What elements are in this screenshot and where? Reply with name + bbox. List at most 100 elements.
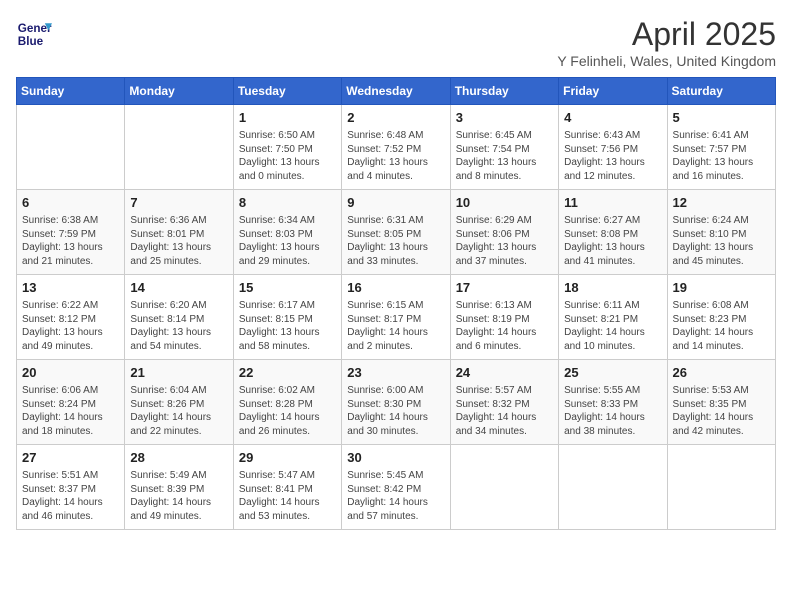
day-number: 11 — [564, 194, 661, 212]
week-row-1: 1Sunrise: 6:50 AM Sunset: 7:50 PM Daylig… — [17, 105, 776, 190]
day-info: Sunrise: 6:48 AM Sunset: 7:52 PM Dayligh… — [347, 129, 444, 183]
calendar-cell: 26 Sunrise: 5:53 AM Sunset: 8:35 PM Dayli… — [667, 360, 775, 445]
day-number: 8 — [239, 194, 336, 212]
day-number: 21 — [130, 364, 227, 382]
day-number: 2 — [347, 109, 444, 127]
day-number: 23 — [347, 364, 444, 382]
calendar-cell: 28 Sunrise: 5:49 AM Sunset: 8:39 PM Dayli… — [125, 445, 233, 530]
logo-icon: General Blue — [16, 16, 52, 52]
calendar-cell: 14 Sunrise: 6:20 AM Sunset: 8:14 PM Dayli… — [125, 275, 233, 360]
calendar-cell: 11 Sunrise: 6:27 AM Sunset: 8:08 PM Dayli… — [559, 190, 667, 275]
day-info: Sunrise: 6:02 AM Sunset: 8:28 PM Dayligh… — [239, 384, 336, 438]
day-info: Sunrise: 5:53 AM Sunset: 8:35 PM Dayligh… — [673, 384, 770, 438]
calendar-cell: 19 Sunrise: 6:08 AM Sunset: 8:23 PM Dayli… — [667, 275, 775, 360]
day-header-saturday: Saturday — [667, 78, 775, 105]
day-info: Sunrise: 6:34 AM Sunset: 8:03 PM Dayligh… — [239, 214, 336, 268]
day-number: 9 — [347, 194, 444, 212]
calendar-cell: 6Sunrise: 6:38 AM Sunset: 7:59 PM Daylig… — [17, 190, 125, 275]
calendar-cell: 18 Sunrise: 6:11 AM Sunset: 8:21 PM Dayli… — [559, 275, 667, 360]
day-number: 30 — [347, 449, 444, 467]
day-number: 18 — [564, 279, 661, 297]
calendar-cell: 20 Sunrise: 6:06 AM Sunset: 8:24 PM Dayli… — [17, 360, 125, 445]
day-number: 14 — [130, 279, 227, 297]
day-number: 24 — [456, 364, 553, 382]
calendar-cell — [667, 445, 775, 530]
week-row-3: 13 Sunrise: 6:22 AM Sunset: 8:12 PM Dayli… — [17, 275, 776, 360]
day-info: Sunrise: 6:20 AM Sunset: 8:14 PM Dayligh… — [130, 299, 227, 353]
day-header-tuesday: Tuesday — [233, 78, 341, 105]
calendar-subtitle: Y Felinheli, Wales, United Kingdom — [557, 53, 776, 69]
calendar-title: April 2025 — [557, 16, 776, 53]
calendar-cell: 13 Sunrise: 6:22 AM Sunset: 8:12 PM Dayli… — [17, 275, 125, 360]
day-number: 12 — [673, 194, 770, 212]
day-info: Sunrise: 6:13 AM Sunset: 8:19 PM Dayligh… — [456, 299, 553, 353]
day-info: Sunrise: 6:36 AM Sunset: 8:01 PM Dayligh… — [130, 214, 227, 268]
logo: General Blue — [16, 16, 52, 52]
day-number: 6 — [22, 194, 119, 212]
calendar-cell: 24Sunrise: 5:57 AM Sunset: 8:32 PM Dayli… — [450, 360, 558, 445]
calendar-cell: 7 Sunrise: 6:36 AM Sunset: 8:01 PM Daylig… — [125, 190, 233, 275]
calendar-cell: 10 Sunrise: 6:29 AM Sunset: 8:06 PM Dayli… — [450, 190, 558, 275]
day-header-friday: Friday — [559, 78, 667, 105]
day-info: Sunrise: 5:49 AM Sunset: 8:39 PM Dayligh… — [130, 469, 227, 523]
day-number: 16 — [347, 279, 444, 297]
day-number: 7 — [130, 194, 227, 212]
day-info: Sunrise: 6:17 AM Sunset: 8:15 PM Dayligh… — [239, 299, 336, 353]
day-info: Sunrise: 6:24 AM Sunset: 8:10 PM Dayligh… — [673, 214, 770, 268]
calendar-cell: 4 Sunrise: 6:43 AM Sunset: 7:56 PM Daylig… — [559, 105, 667, 190]
svg-text:Blue: Blue — [18, 35, 44, 48]
calendar-cell — [450, 445, 558, 530]
day-info: Sunrise: 6:43 AM Sunset: 7:56 PM Dayligh… — [564, 129, 661, 183]
calendar-cell: 29Sunrise: 5:47 AM Sunset: 8:41 PM Dayli… — [233, 445, 341, 530]
day-info: Sunrise: 6:45 AM Sunset: 7:54 PM Dayligh… — [456, 129, 553, 183]
day-number: 15 — [239, 279, 336, 297]
calendar-cell: 22Sunrise: 6:02 AM Sunset: 8:28 PM Dayli… — [233, 360, 341, 445]
calendar-cell — [17, 105, 125, 190]
day-header-wednesday: Wednesday — [342, 78, 450, 105]
day-number: 10 — [456, 194, 553, 212]
day-info: Sunrise: 5:55 AM Sunset: 8:33 PM Dayligh… — [564, 384, 661, 438]
day-number: 13 — [22, 279, 119, 297]
day-number: 28 — [130, 449, 227, 467]
day-number: 3 — [456, 109, 553, 127]
day-number: 4 — [564, 109, 661, 127]
day-info: Sunrise: 6:06 AM Sunset: 8:24 PM Dayligh… — [22, 384, 119, 438]
calendar-table: SundayMondayTuesdayWednesdayThursdayFrid… — [16, 77, 776, 530]
calendar-cell: 1Sunrise: 6:50 AM Sunset: 7:50 PM Daylig… — [233, 105, 341, 190]
day-info: Sunrise: 6:50 AM Sunset: 7:50 PM Dayligh… — [239, 129, 336, 183]
calendar-cell: 27 Sunrise: 5:51 AM Sunset: 8:37 PM Dayli… — [17, 445, 125, 530]
calendar-cell: 12 Sunrise: 6:24 AM Sunset: 8:10 PM Dayli… — [667, 190, 775, 275]
day-info: Sunrise: 5:45 AM Sunset: 8:42 PM Dayligh… — [347, 469, 444, 523]
day-number: 20 — [22, 364, 119, 382]
calendar-cell: 5Sunrise: 6:41 AM Sunset: 7:57 PM Daylig… — [667, 105, 775, 190]
day-info: Sunrise: 6:00 AM Sunset: 8:30 PM Dayligh… — [347, 384, 444, 438]
day-info: Sunrise: 6:08 AM Sunset: 8:23 PM Dayligh… — [673, 299, 770, 353]
day-header-monday: Monday — [125, 78, 233, 105]
day-info: Sunrise: 6:41 AM Sunset: 7:57 PM Dayligh… — [673, 129, 770, 183]
calendar-cell: 3 Sunrise: 6:45 AM Sunset: 7:54 PM Daylig… — [450, 105, 558, 190]
calendar-cell: 8 Sunrise: 6:34 AM Sunset: 8:03 PM Daylig… — [233, 190, 341, 275]
calendar-cell: 2 Sunrise: 6:48 AM Sunset: 7:52 PM Daylig… — [342, 105, 450, 190]
day-info: Sunrise: 6:22 AM Sunset: 8:12 PM Dayligh… — [22, 299, 119, 353]
day-info: Sunrise: 6:15 AM Sunset: 8:17 PM Dayligh… — [347, 299, 444, 353]
day-number: 19 — [673, 279, 770, 297]
days-header-row: SundayMondayTuesdayWednesdayThursdayFrid… — [17, 78, 776, 105]
week-row-5: 27 Sunrise: 5:51 AM Sunset: 8:37 PM Dayli… — [17, 445, 776, 530]
calendar-cell: 17Sunrise: 6:13 AM Sunset: 8:19 PM Dayli… — [450, 275, 558, 360]
day-info: Sunrise: 6:29 AM Sunset: 8:06 PM Dayligh… — [456, 214, 553, 268]
day-number: 27 — [22, 449, 119, 467]
day-number: 26 — [673, 364, 770, 382]
day-info: Sunrise: 5:51 AM Sunset: 8:37 PM Dayligh… — [22, 469, 119, 523]
calendar-cell — [559, 445, 667, 530]
day-info: Sunrise: 6:31 AM Sunset: 8:05 PM Dayligh… — [347, 214, 444, 268]
day-info: Sunrise: 6:11 AM Sunset: 8:21 PM Dayligh… — [564, 299, 661, 353]
day-info: Sunrise: 6:04 AM Sunset: 8:26 PM Dayligh… — [130, 384, 227, 438]
day-info: Sunrise: 6:27 AM Sunset: 8:08 PM Dayligh… — [564, 214, 661, 268]
week-row-2: 6Sunrise: 6:38 AM Sunset: 7:59 PM Daylig… — [17, 190, 776, 275]
day-number: 25 — [564, 364, 661, 382]
calendar-cell: 15 Sunrise: 6:17 AM Sunset: 8:15 PM Dayli… — [233, 275, 341, 360]
day-header-sunday: Sunday — [17, 78, 125, 105]
header: General Blue April 2025 Y Felinheli, Wal… — [16, 16, 776, 69]
title-area: April 2025 Y Felinheli, Wales, United Ki… — [557, 16, 776, 69]
day-number: 29 — [239, 449, 336, 467]
